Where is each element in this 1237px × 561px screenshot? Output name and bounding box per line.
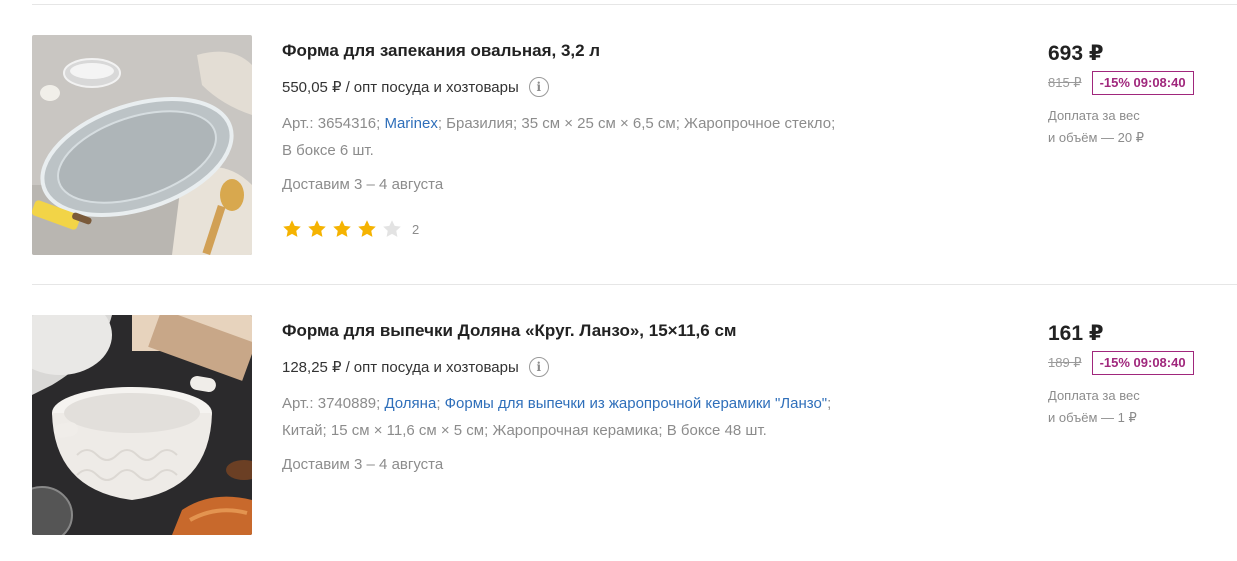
rating-stars[interactable]: 2	[282, 219, 982, 239]
star-filled-icon	[333, 220, 351, 237]
price-block: 693 ₽ 815 ₽ -15% 09:08:40 Доплата за вес…	[1048, 35, 1237, 149]
star-filled-icon	[308, 220, 326, 237]
specs-separator: ;	[436, 395, 441, 412]
old-price: 189 ₽	[1048, 355, 1082, 370]
weight-surcharge: Доплата за вес и объём — 20 ₽	[1048, 105, 1237, 149]
surcharge-amount: и объём — 1 ₽	[1048, 410, 1137, 425]
weight-surcharge: Доплата за вес и объём — 1 ₽	[1048, 385, 1237, 429]
product-specs: Арт.: 3740889; Доляна; Формы для выпечки…	[282, 390, 922, 444]
star-filled-icon	[358, 220, 376, 237]
surcharge-amount: и объём — 20 ₽	[1048, 130, 1144, 145]
specs-rest: ; Бразилия; 35 см × 25 см × 6,5 см; Жаро…	[437, 115, 836, 132]
old-price-row: 815 ₽ -15% 09:08:40	[1048, 71, 1237, 95]
collection-link[interactable]: Формы для выпечки из жаропрочной керамик…	[445, 395, 827, 412]
old-price: 815 ₽	[1048, 75, 1082, 90]
price-separator: /	[345, 78, 350, 96]
price-block: 161 ₽ 189 ₽ -15% 09:08:40 Доплата за вес…	[1048, 315, 1237, 429]
price-separator: /	[345, 358, 350, 376]
wholesale-price: 550,05 ₽	[282, 79, 342, 96]
current-price: 693 ₽	[1048, 42, 1104, 65]
old-price-row: 189 ₽ -15% 09:08:40	[1048, 351, 1237, 375]
surcharge-line: Доплата за вес	[1048, 388, 1140, 403]
product-image-glass-dish[interactable]	[32, 35, 252, 255]
delivery-date: Доставим 3 – 4 августа	[282, 176, 444, 193]
product-specs: Арт.: 3654316; Marinex; Бразилия; 35 см …	[282, 110, 922, 164]
surcharge-line: Доплата за вес	[1048, 108, 1140, 123]
wholesale-price-row: 550,05 ₽ / опт посуда и хозтовары i	[282, 76, 982, 98]
brand-link[interactable]: Marinex	[384, 115, 437, 132]
product-title[interactable]: Форма для запекания овальная, 3,2 л	[282, 40, 982, 62]
wholesale-category: опт посуда и хозтовары	[353, 78, 519, 96]
discount-badge: -15% 09:08:40	[1091, 71, 1194, 95]
row-divider	[32, 284, 1237, 285]
product-image-ceramic-dish[interactable]	[32, 315, 252, 535]
product-title[interactable]: Форма для выпечки Доляна «Круг. Ланзо», …	[282, 320, 982, 342]
product-card[interactable]: Форма для выпечки Доляна «Круг. Ланзо», …	[32, 315, 1237, 535]
specs-end: ;	[827, 395, 832, 412]
delivery-date: Доставим 3 – 4 августа	[282, 456, 444, 473]
info-icon[interactable]: i	[528, 357, 549, 377]
wholesale-price-row: 128,25 ₽ / опт посуда и хозтовары i	[282, 356, 982, 378]
brand-link[interactable]: Доляна	[384, 395, 436, 412]
specs-details: Китай; 15 см × 11,6 см × 5 см; Жаропрочн…	[282, 422, 767, 439]
wholesale-category: опт посуда и хозтовары	[353, 358, 519, 376]
article-number: Арт.: 3654316;	[282, 115, 381, 132]
product-card[interactable]: Форма для запекания овальная, 3,2 л 550,…	[32, 35, 1237, 255]
discount-badge: -15% 09:08:40	[1091, 351, 1194, 375]
box-quantity: В боксе 6 шт.	[282, 142, 374, 159]
wholesale-price: 128,25 ₽	[282, 359, 342, 376]
article-number: Арт.: 3740889;	[282, 395, 381, 412]
star-filled-icon	[283, 220, 301, 237]
info-icon[interactable]: i	[528, 77, 549, 97]
star-empty-icon	[383, 220, 401, 237]
current-price: 161 ₽	[1048, 322, 1104, 345]
review-count[interactable]: 2	[412, 222, 419, 237]
top-divider	[32, 4, 1237, 5]
